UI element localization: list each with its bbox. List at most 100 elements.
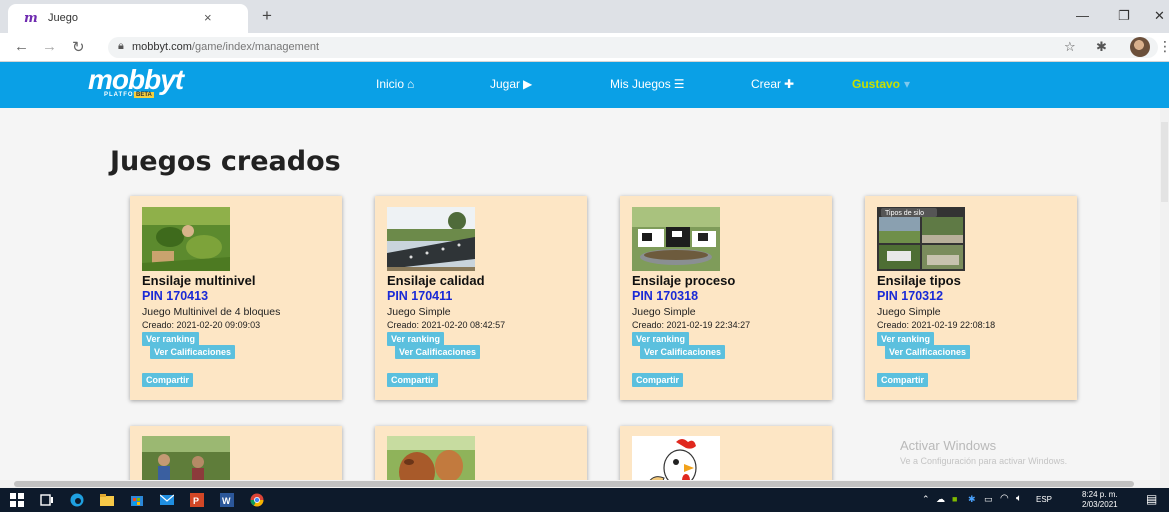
plus-icon: ✚ (784, 77, 795, 91)
windows-taskbar: P W ⌃ ☁ ■ ✱ ▭ ◠ 🔈︎ ESP 8:24 p. m. 2/03/2… (0, 488, 1169, 512)
windows-activation-title: Activar Windows (900, 438, 997, 453)
page-title: Juegos creados (110, 146, 341, 177)
edge-icon[interactable] (70, 493, 84, 507)
game-card (620, 426, 832, 500)
game-name[interactable]: Ensilaje proceso (632, 273, 735, 288)
game-name[interactable]: Ensilaje multinivel (142, 273, 255, 288)
game-type: Juego Multinivel de 4 bloques (142, 306, 281, 318)
game-card (130, 426, 342, 500)
ver-ranking-button[interactable]: Ver ranking (387, 332, 445, 346)
game-created-date: Creado: 2021-02-19 22:34:27 (632, 320, 751, 330)
game-card (375, 426, 587, 500)
compartir-button[interactable]: Compartir (877, 373, 929, 387)
ver-ranking-button[interactable]: Ver ranking (632, 332, 690, 346)
bookmark-star-icon[interactable]: ☆ (1064, 39, 1076, 55)
game-pin: PIN 170318 (632, 289, 699, 303)
game-card: Ensilaje proceso PIN 170318 Juego Simple… (620, 196, 832, 400)
thumb-caption: Tipos de silo (885, 210, 924, 217)
game-card: Ensilaje calidad PIN 170411 Juego Simple… (375, 196, 587, 400)
clock-time[interactable]: 8:24 p. m. (1082, 490, 1118, 499)
word-icon[interactable]: W (220, 493, 234, 507)
nav-mis-juegos[interactable]: Mis Juegos ☰ (610, 77, 684, 91)
browser-tab-strip: m Juego × + — ❐ ✕ (0, 0, 1169, 33)
tray-chevron-icon[interactable]: ⌃ (922, 494, 930, 505)
windows-start-icon[interactable] (10, 493, 24, 507)
ver-ranking-button[interactable]: Ver ranking (877, 332, 935, 346)
compartir-button[interactable]: Compartir (387, 373, 439, 387)
game-pin: PIN 170411 (387, 289, 453, 303)
browser-menu-icon[interactable]: ⋮ (1158, 38, 1169, 55)
restore-icon[interactable]: ❐ (1118, 8, 1130, 24)
volume-icon[interactable]: 🔈︎ (1016, 493, 1022, 504)
user-menu[interactable]: Gustavo ▾ (852, 77, 910, 91)
new-tab-icon[interactable]: + (262, 6, 272, 26)
window-close-icon[interactable]: ✕ (1154, 8, 1165, 24)
game-thumbnail[interactable]: Tipos de silo (877, 207, 965, 271)
vertical-scroll-thumb[interactable] (1161, 122, 1168, 202)
list-icon: ☰ (673, 77, 685, 91)
home-icon: ⌂ (407, 77, 415, 91)
tab-title: Juego (48, 12, 78, 24)
ver-calificaciones-button[interactable]: Ver Calificaciones (150, 345, 236, 359)
horizontal-scrollbar[interactable] (0, 480, 1169, 488)
nav-inicio[interactable]: Inicio ⌂ (376, 77, 414, 91)
extensions-icon[interactable]: ✱ (1096, 39, 1107, 55)
game-type: Juego Simple (877, 306, 941, 318)
game-created-date: Creado: 2021-02-20 08:42:57 (387, 320, 506, 330)
reload-icon[interactable]: ↻ (72, 38, 85, 56)
game-name[interactable]: Ensilaje tipos (877, 273, 961, 288)
compartir-button[interactable]: Compartir (142, 373, 194, 387)
battery-icon[interactable]: ▭ (984, 494, 993, 505)
windows-activation-subtitle: Ve a Configuración para activar Windows. (900, 456, 1068, 466)
site-header: mobbyt PLATFORM BETA Inicio ⌂ Jugar ▶ Mis … (0, 62, 1169, 108)
game-card: Ensilaje multinivel PIN 170413 Juego Mul… (130, 196, 342, 400)
game-thumbnail[interactable] (632, 207, 720, 271)
game-thumbnail[interactable] (142, 207, 230, 271)
compartir-button[interactable]: Compartir (632, 373, 684, 387)
clock-date[interactable]: 2/03/2021 (1082, 500, 1118, 509)
game-type: Juego Simple (632, 306, 696, 318)
url-text: mobbyt.com/game/index/management (132, 41, 320, 53)
wifi-icon[interactable]: ◠ (1000, 493, 1009, 504)
svg-text:P: P (193, 496, 199, 506)
onedrive-icon[interactable]: ☁ (936, 494, 945, 505)
game-name[interactable]: Ensilaje calidad (387, 273, 485, 288)
task-view-icon[interactable] (40, 493, 54, 507)
store-icon[interactable] (130, 493, 144, 507)
ver-calificaciones-button[interactable]: Ver Calificaciones (395, 345, 481, 359)
address-bar[interactable]: 🔒︎ mobbyt.com/game/index/management ☆ ✱ (108, 37, 1158, 58)
forward-arrow-icon[interactable]: → (42, 38, 57, 55)
language-indicator[interactable]: ESP (1036, 495, 1052, 504)
game-thumbnail[interactable] (387, 207, 475, 271)
tray-app-icon[interactable]: ■ (952, 494, 957, 504)
game-pin: PIN 170312 (877, 289, 944, 303)
browser-toolbar: ← → ↻ 🔒︎ mobbyt.com/game/index/managemen… (0, 33, 1169, 62)
browser-tab[interactable]: m Juego × (8, 4, 248, 33)
ver-ranking-button[interactable]: Ver ranking (142, 332, 200, 346)
game-pin: PIN 170413 (142, 289, 209, 303)
nav-crear[interactable]: Crear ✚ (751, 77, 794, 91)
bluetooth-icon[interactable]: ✱ (968, 494, 976, 505)
mobbyt-favicon-icon: m (24, 11, 38, 26)
vertical-scrollbar[interactable] (1160, 108, 1169, 483)
powerpoint-icon[interactable]: P (190, 493, 204, 507)
file-explorer-icon[interactable] (100, 493, 114, 507)
tab-close-icon[interactable]: × (204, 10, 212, 25)
mail-icon[interactable] (160, 493, 174, 507)
game-created-date: Creado: 2021-02-19 22:08:18 (877, 320, 996, 330)
game-created-date: Creado: 2021-02-20 09:09:03 (142, 320, 261, 330)
game-type: Juego Simple (387, 306, 451, 318)
profile-avatar[interactable] (1130, 37, 1150, 57)
chrome-icon[interactable] (250, 493, 264, 507)
nav-jugar[interactable]: Jugar ▶ (490, 77, 532, 91)
horizontal-scroll-thumb[interactable] (14, 481, 1134, 487)
back-arrow-icon[interactable]: ← (14, 38, 29, 55)
minimize-icon[interactable]: — (1076, 8, 1089, 23)
logo-beta-badge: BETA (134, 92, 154, 98)
play-icon: ▶ (523, 77, 533, 91)
ver-calificaciones-button[interactable]: Ver Calificaciones (640, 345, 726, 359)
lock-icon: 🔒︎ (118, 40, 124, 52)
ver-calificaciones-button[interactable]: Ver Calificaciones (885, 345, 971, 359)
game-card: Tipos de silo Ensilaje tipos PIN 170312 … (865, 196, 1077, 400)
notifications-icon[interactable]: ▤ (1146, 492, 1157, 506)
